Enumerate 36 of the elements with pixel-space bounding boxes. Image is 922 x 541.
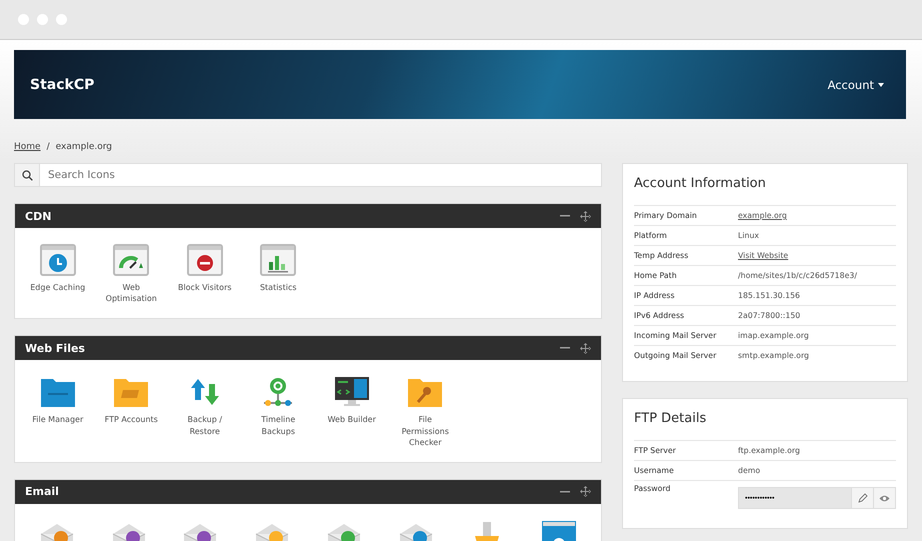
- gauge-icon: [113, 244, 150, 276]
- app-shortcut[interactable]: Web Optimisation: [94, 244, 168, 304]
- move-handle[interactable]: [580, 342, 591, 354]
- app-shortcut[interactable]: File Permissions Checker: [388, 376, 462, 448]
- folder-icon: [40, 376, 76, 408]
- breadcrumb-current: example.org: [56, 142, 112, 152]
- panel-title: Email: [25, 485, 60, 498]
- panel-title: Web Files: [25, 342, 86, 355]
- app-shortcut[interactable]: FTP Accounts: [94, 376, 168, 448]
- panel-title: CDN: [25, 210, 52, 222]
- search-icon: [22, 170, 32, 180]
- no-entry-icon: [186, 244, 223, 276]
- app-shortcut[interactable]: Web Builder: [315, 376, 388, 448]
- app-shortcut[interactable]: Block Visitors: [168, 244, 242, 304]
- bar-chart-icon: [260, 244, 296, 276]
- collapse-button[interactable]: [560, 490, 570, 493]
- monitor-icon: [334, 376, 370, 408]
- brand-logo: StackCP: [30, 76, 94, 92]
- move-handle[interactable]: [580, 210, 591, 222]
- app-shortcut[interactable]: File Manager: [21, 376, 94, 448]
- app-shortcut[interactable]: Timeline Backups: [242, 376, 315, 448]
- account-menu[interactable]: Account: [828, 78, 884, 92]
- card-title: FTP Details: [634, 411, 708, 426]
- app-shortcut[interactable]: Statistics: [242, 244, 315, 304]
- breadcrumb-separator: /: [46, 142, 50, 152]
- app-shortcut[interactable]: Edge Caching: [21, 244, 94, 304]
- card-title: Account Information: [634, 176, 767, 191]
- caret-icon: [878, 82, 884, 86]
- app-shortcut[interactable]: Backup / Restore: [168, 376, 242, 448]
- collapse-button[interactable]: [560, 347, 570, 350]
- breadcrumb-link[interactable]: Home: [14, 142, 41, 152]
- folder-icon: [113, 376, 150, 408]
- clock-icon: [40, 244, 76, 276]
- key-folder-icon: [407, 376, 444, 408]
- search-field[interactable]: Search Icons: [40, 163, 602, 187]
- move-handle[interactable]: [580, 486, 591, 498]
